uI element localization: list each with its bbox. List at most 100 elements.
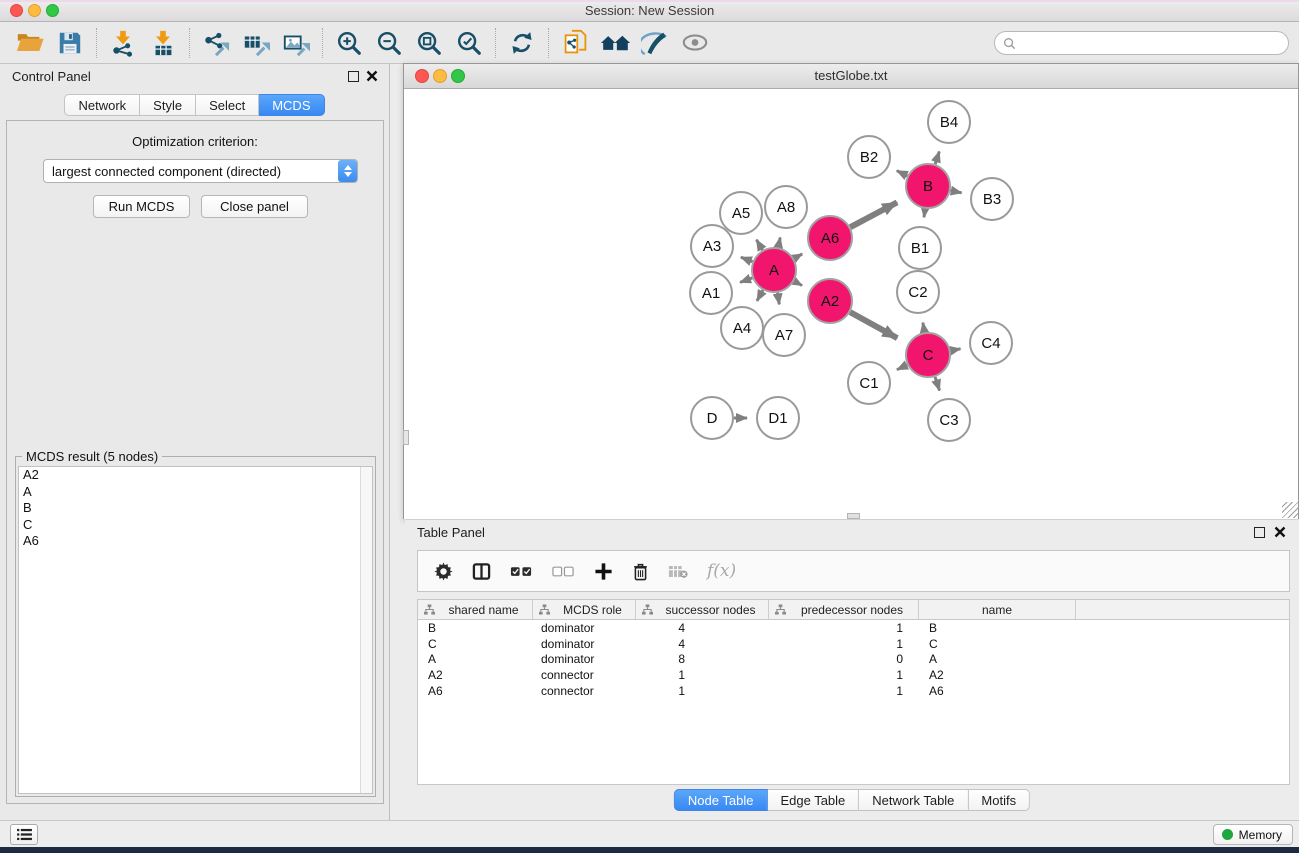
zoom-in-button[interactable] <box>329 25 369 61</box>
table-cell[interactable]: connector <box>533 668 636 682</box>
table-cell[interactable]: A2 <box>418 668 533 682</box>
table-row[interactable]: Cdominator41C <box>418 636 1289 652</box>
table-cell[interactable]: 1 <box>769 684 919 698</box>
table-cell[interactable]: 8 <box>636 652 769 666</box>
graph-edge[interactable] <box>794 281 802 285</box>
memory-button[interactable]: Memory <box>1213 824 1293 845</box>
table-cell[interactable]: A <box>919 652 1076 666</box>
graph-edge[interactable] <box>778 238 780 248</box>
graph-edge[interactable] <box>794 254 802 259</box>
create-column-button[interactable] <box>594 562 613 581</box>
mcds-result-item[interactable]: B <box>19 500 359 517</box>
graph-edge[interactable] <box>740 278 752 283</box>
column-header-predecessor-nodes[interactable]: predecessor nodes <box>769 600 919 619</box>
delete-table-button[interactable] <box>668 564 688 579</box>
column-header-name[interactable]: name <box>919 600 1076 619</box>
table-cell[interactable]: A6 <box>418 684 533 698</box>
graph-node-A3[interactable]: A3 <box>690 224 734 268</box>
graph-edge[interactable] <box>757 290 763 301</box>
close-panel-icon[interactable] <box>366 70 378 82</box>
table-cell[interactable]: B <box>919 621 1076 635</box>
graph-node-A7[interactable]: A7 <box>762 313 806 357</box>
table-cell[interactable]: dominator <box>533 637 636 651</box>
home-view-button[interactable] <box>595 25 635 61</box>
table-row[interactable]: Bdominator41B <box>418 620 1289 636</box>
graph-edge[interactable] <box>850 312 897 338</box>
tab-network-table[interactable]: Network Table <box>859 789 968 811</box>
save-session-button[interactable] <box>50 25 90 61</box>
table-cell[interactable]: connector <box>533 684 636 698</box>
frame-resize-corner[interactable] <box>1282 502 1298 518</box>
graph-node-C2[interactable]: C2 <box>896 270 940 314</box>
graph-edge[interactable] <box>897 171 908 176</box>
table-cell[interactable]: A <box>418 652 533 666</box>
table-cell[interactable]: dominator <box>533 652 636 666</box>
tab-select[interactable]: Select <box>196 94 259 116</box>
mcds-result-item[interactable]: C <box>19 517 359 534</box>
graph-node-A2[interactable]: A2 <box>807 278 853 324</box>
table-cell[interactable]: 4 <box>636 621 769 635</box>
table-cell[interactable]: C <box>919 637 1076 651</box>
close-panel-icon[interactable] <box>1274 526 1286 538</box>
table-row[interactable]: A2connector11A2 <box>418 667 1289 683</box>
graph-node-C4[interactable]: C4 <box>969 321 1013 365</box>
graph-node-A[interactable]: A <box>751 247 797 293</box>
tab-motifs[interactable]: Motifs <box>968 789 1030 811</box>
column-header-shared-name[interactable]: shared name <box>418 600 533 619</box>
clone-network-button[interactable] <box>555 25 595 61</box>
table-cell[interactable]: 1 <box>769 637 919 651</box>
graph-edge[interactable] <box>951 349 961 351</box>
graph-edge[interactable] <box>778 293 780 305</box>
table-row[interactable]: Adominator80A <box>418 652 1289 668</box>
float-panel-icon[interactable] <box>348 71 359 82</box>
graph-edge[interactable] <box>951 191 962 193</box>
run-mcds-button[interactable]: Run MCDS <box>93 195 190 218</box>
deselect-all-columns-button[interactable] <box>552 565 575 578</box>
table-cell[interactable]: 0 <box>769 652 919 666</box>
graph-node-B1[interactable]: B1 <box>898 226 942 270</box>
graph-edge[interactable] <box>923 323 925 333</box>
export-table-button[interactable] <box>236 25 276 61</box>
tab-node-table[interactable]: Node Table <box>674 789 768 811</box>
graph-node-D1[interactable]: D1 <box>756 396 800 440</box>
network-canvas[interactable]: B4B2BB3A5A8A6A3B1AA1C2A2A4A7C4CC1C3DD1 <box>404 89 1298 519</box>
table-row[interactable]: A6connector11A6 <box>418 683 1289 699</box>
optimization-criterion-select[interactable]: largest connected component (directed) <box>43 159 358 183</box>
network-window-titlebar[interactable]: testGlobe.txt <box>404 64 1298 89</box>
graph-node-B[interactable]: B <box>905 163 951 209</box>
graph-node-B4[interactable]: B4 <box>927 100 971 144</box>
scrollbar-track[interactable] <box>360 467 372 793</box>
mcds-result-list[interactable]: A2ABCA6 <box>19 467 359 793</box>
zoom-selected-button[interactable] <box>449 25 489 61</box>
table-cell[interactable]: dominator <box>533 621 636 635</box>
graph-node-B2[interactable]: B2 <box>847 135 891 179</box>
select-all-columns-button[interactable] <box>510 565 533 578</box>
tab-edge-table[interactable]: Edge Table <box>767 789 859 811</box>
graph-edge[interactable] <box>850 202 897 227</box>
show-columns-button[interactable] <box>472 562 491 581</box>
table-cell[interactable]: 1 <box>636 684 769 698</box>
graph-edge[interactable] <box>924 209 925 218</box>
tab-mcds[interactable]: MCDS <box>259 94 324 116</box>
mcds-result-item[interactable]: A2 <box>19 467 359 484</box>
mcds-result-item[interactable]: A6 <box>19 533 359 550</box>
graph-node-C[interactable]: C <box>905 332 951 378</box>
graph-node-A8[interactable]: A8 <box>764 185 808 229</box>
graph-node-A1[interactable]: A1 <box>689 271 733 315</box>
graph-edge[interactable] <box>757 240 763 250</box>
table-settings-button[interactable] <box>434 562 453 581</box>
style-preview-button[interactable] <box>635 25 675 61</box>
zoom-fit-button[interactable] <box>409 25 449 61</box>
import-network-button[interactable] <box>103 25 143 61</box>
table-cell[interactable]: C <box>418 637 533 651</box>
table-cell[interactable]: A2 <box>919 668 1076 682</box>
task-history-button[interactable] <box>10 824 38 845</box>
open-session-button[interactable] <box>10 25 50 61</box>
float-panel-icon[interactable] <box>1254 527 1265 538</box>
graph-node-D[interactable]: D <box>690 396 734 440</box>
graph-node-A6[interactable]: A6 <box>807 215 853 261</box>
graph-edge[interactable] <box>935 377 939 391</box>
table-cell[interactable]: 1 <box>769 621 919 635</box>
graph-edge[interactable] <box>897 365 907 370</box>
table-cell[interactable]: B <box>418 621 533 635</box>
